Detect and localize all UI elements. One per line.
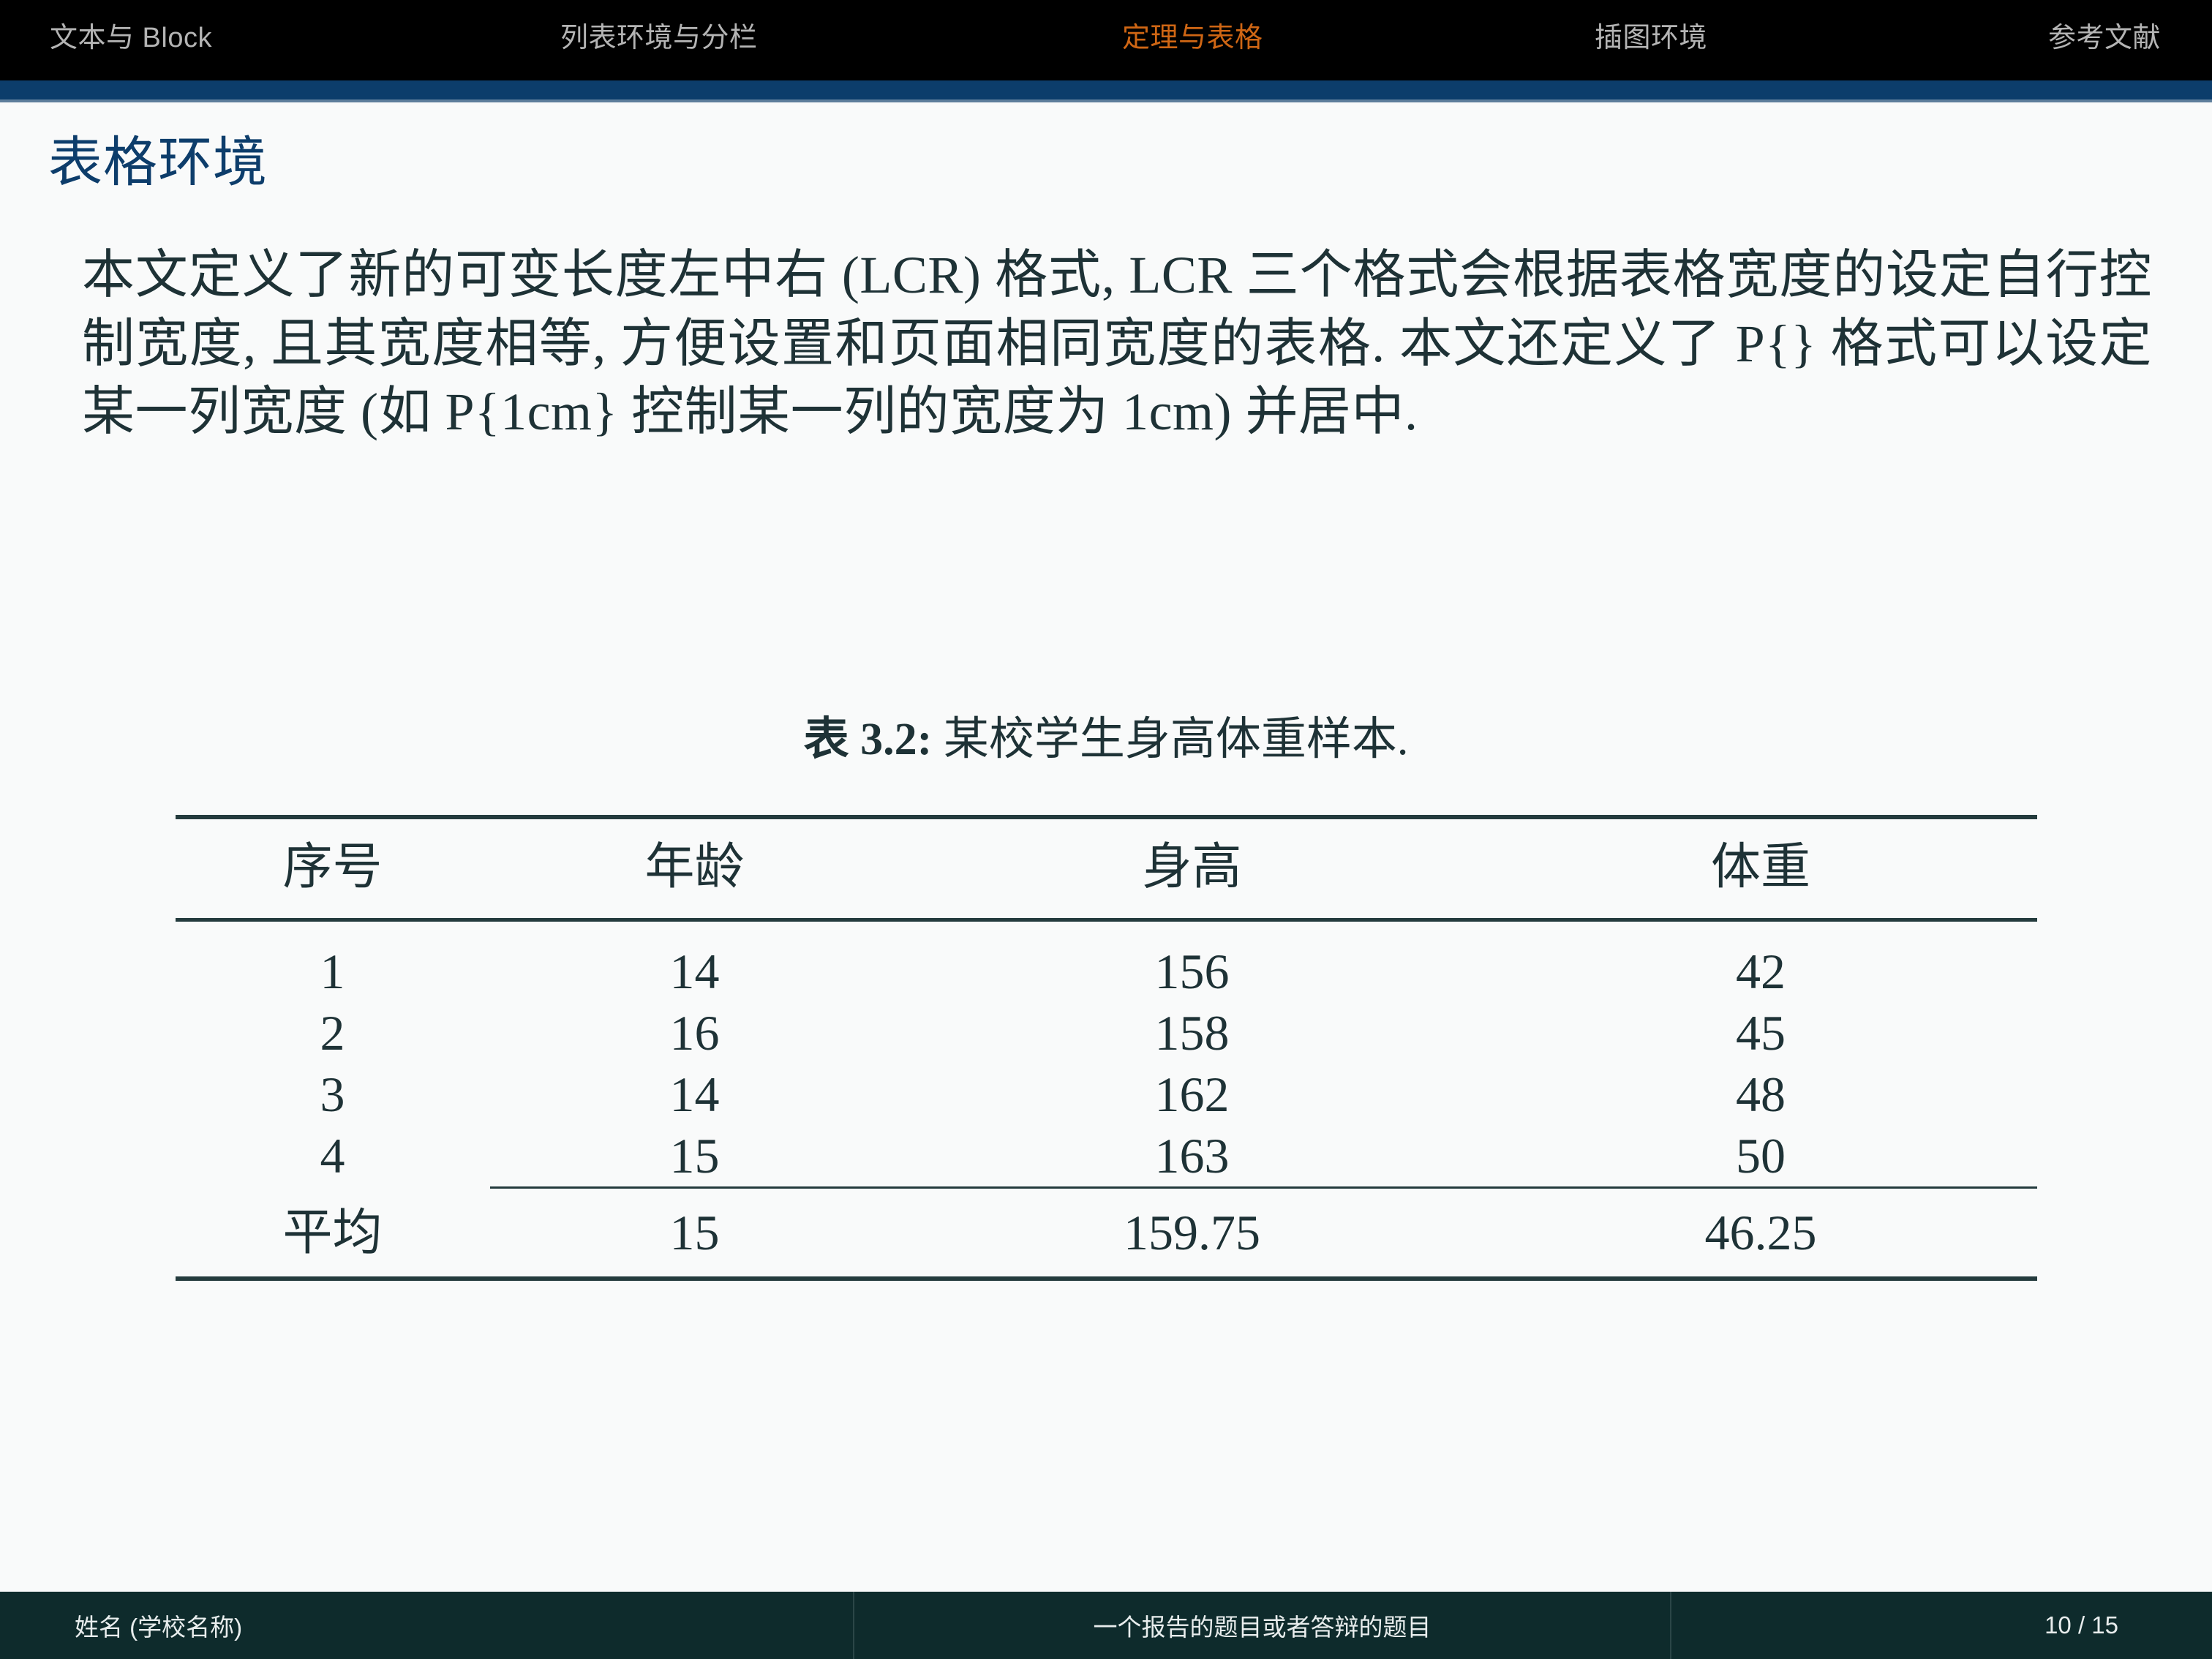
- cell-weight: 45: [1736, 1005, 1786, 1061]
- footer-title-text: 一个报告的题目或者答辩的题目: [1093, 1614, 1432, 1641]
- cell-age: 15: [669, 1128, 720, 1184]
- cell-height: 163: [1154, 1128, 1230, 1184]
- page-title: 表格环境: [48, 132, 268, 192]
- column-header-age: 年龄: [644, 839, 745, 895]
- student-sample-table: 序号 年龄 身高 体重 1 14 156 42 2 16 158 45 3 14…: [175, 815, 2037, 1281]
- table-row: 3 14 162 48: [176, 1064, 2037, 1125]
- table-row: 1 14 156 42: [176, 920, 2037, 1003]
- table-body: 1 14 156 42 2 16 158 45 3 14 162 48 4 15…: [175, 920, 2037, 1279]
- nav-item-text-and-block[interactable]: 文本与 Block: [50, 24, 212, 52]
- cell-weight: 50: [1736, 1128, 1786, 1184]
- table-caption-label: 表 3.2:: [803, 715, 933, 764]
- table-summary-row: 平均 15 159.75 46.25: [175, 1189, 2037, 1279]
- nav-item-list-and-columns[interactable]: 列表环境与分栏: [560, 24, 758, 52]
- nav-item-references[interactable]: 参考文献: [2048, 24, 2161, 52]
- column-header-height: 身高: [1142, 839, 1242, 895]
- summary-weight: 46.25: [1704, 1205, 1817, 1261]
- summary-age: 15: [669, 1205, 720, 1261]
- table-caption: 表 3.2: 某校学生身高体重样本.: [0, 717, 2212, 762]
- cell-age: 14: [669, 1066, 720, 1123]
- footer-page-number: 10 / 15: [1671, 1592, 2212, 1659]
- cell-height: 158: [1154, 1005, 1230, 1061]
- cell-age: 14: [669, 944, 720, 1000]
- table-block: 表 3.2: 某校学生身高体重样本. 序号 年龄 身高 体重 1 14 156: [0, 717, 2212, 1281]
- cell-index: 4: [320, 1128, 345, 1184]
- body-paragraph: 本文定义了新的可变长度左中右 (LCR) 格式, LCR 三个格式会根据表格宽度…: [82, 246, 2152, 442]
- table-row: 4 15 163 50: [176, 1125, 2037, 1186]
- cell-height: 156: [1154, 944, 1230, 1000]
- nav-item-theorem-and-table[interactable]: 定理与表格: [1122, 24, 1263, 52]
- footer-title: 一个报告的题目或者答辩的题目: [853, 1592, 1671, 1659]
- top-navigation-bar: 文本与 Block 列表环境与分栏 定理与表格 插图环境 参考文献: [0, 0, 2212, 80]
- footer-page-text: 10 / 15: [2044, 1611, 2118, 1639]
- column-header-index: 序号: [282, 839, 383, 895]
- cell-index: 2: [320, 1005, 345, 1061]
- footer-author-text: 姓名 (学校名称): [75, 1614, 243, 1641]
- cell-weight: 48: [1736, 1066, 1786, 1123]
- footer-author: 姓名 (学校名称): [0, 1592, 853, 1659]
- column-header-weight: 体重: [1710, 839, 1810, 895]
- table-row: 2 16 158 45: [176, 1002, 2037, 1064]
- nav-item-figure-environment[interactable]: 插图环境: [1595, 24, 1707, 52]
- cell-height: 162: [1154, 1066, 1230, 1123]
- navigation-accent-bar: [0, 80, 2212, 99]
- table-header-row: 序号 年龄 身高 体重: [175, 817, 2037, 920]
- table-caption-text: 某校学生身高体重样本.: [943, 715, 1409, 764]
- cell-age: 16: [669, 1005, 720, 1061]
- table-header: 序号 年龄 身高 体重: [175, 817, 2037, 920]
- cell-index: 1: [320, 944, 345, 1000]
- slide-footer: 姓名 (学校名称) 一个报告的题目或者答辩的题目 10 / 15: [0, 1592, 2212, 1659]
- cell-index: 3: [320, 1066, 345, 1123]
- cell-weight: 42: [1736, 944, 1786, 1000]
- summary-label: 平均: [282, 1205, 383, 1261]
- slide-content-area: 表格环境 本文定义了新的可变长度左中右 (LCR) 格式, LCR 三个格式会根…: [0, 102, 2212, 1592]
- summary-height: 159.75: [1124, 1205, 1260, 1261]
